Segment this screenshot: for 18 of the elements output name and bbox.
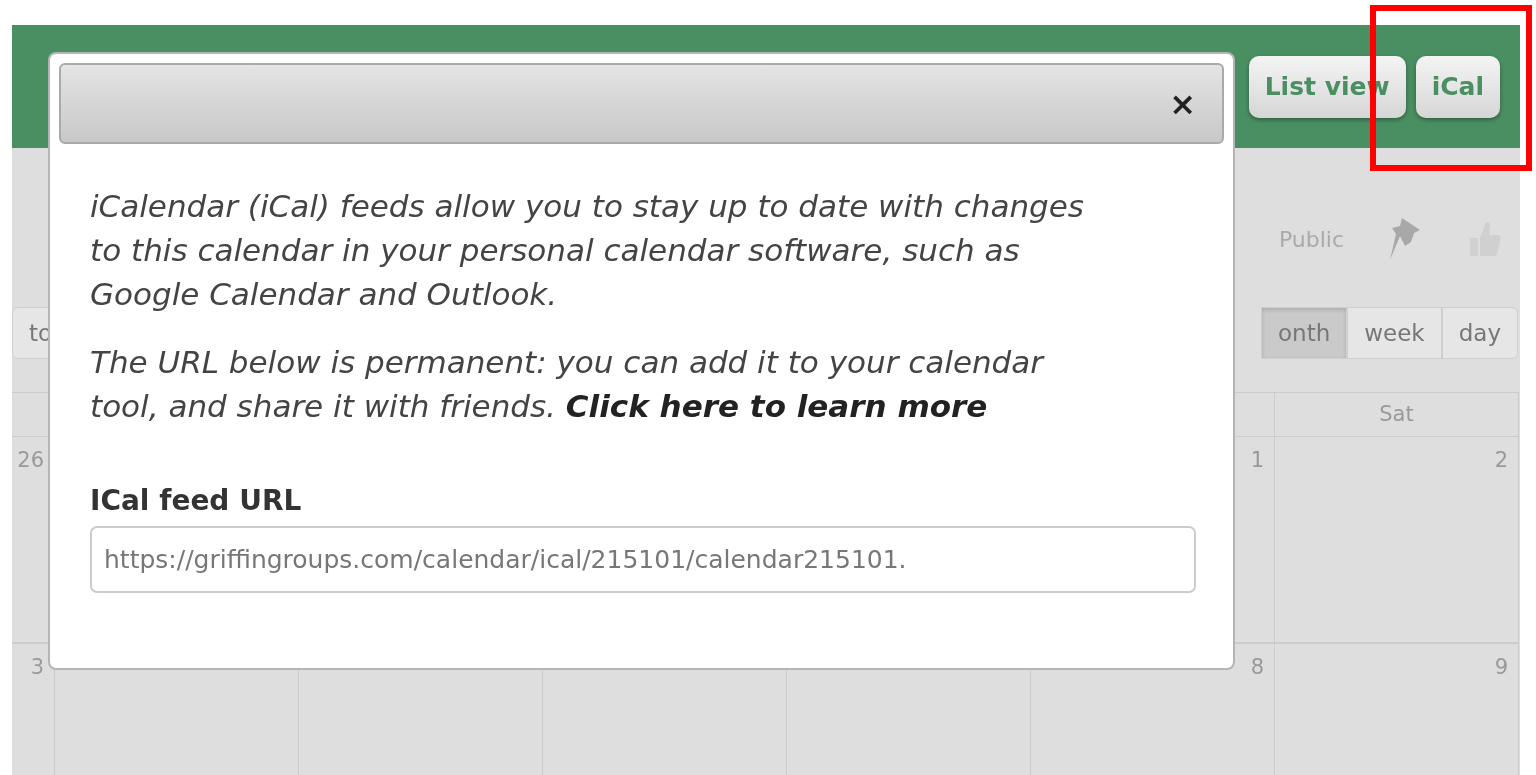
day-number: 8 (1250, 654, 1264, 681)
view-tab[interactable]: week (1347, 307, 1442, 359)
view-tab[interactable]: onth (1261, 307, 1348, 359)
day-heading: Sat (1379, 400, 1414, 428)
day-number: 26 (17, 447, 44, 474)
field-label: ICal feed URL (90, 483, 303, 519)
close-button[interactable]: × (1169, 87, 1196, 120)
day-number: 3 (30, 654, 44, 681)
pin-icon[interactable] (1388, 216, 1422, 262)
url-field[interactable]: https://griffingroups.com/calendar/ical/215101/calendar215101. (90, 526, 1196, 593)
description-text: The URL below is permanent: you can add it to your calendar tool, and share it with friends. Click here to learn more (90, 343, 1046, 426)
day-number: 1 (1250, 447, 1264, 474)
learn-more-link[interactable]: Click here to learn more (565, 388, 988, 424)
view-tab[interactable]: day (1441, 307, 1518, 359)
header-button[interactable]: iCal (1415, 55, 1500, 118)
description-text: iCalendar (iCal) feeds allow you to stay up to date with changes to this calendar in your personal calendar software, such as Google Calendar and Outlook. (90, 187, 1085, 314)
day-number: 9 (1494, 654, 1508, 681)
day-number: 2 (1494, 447, 1508, 474)
